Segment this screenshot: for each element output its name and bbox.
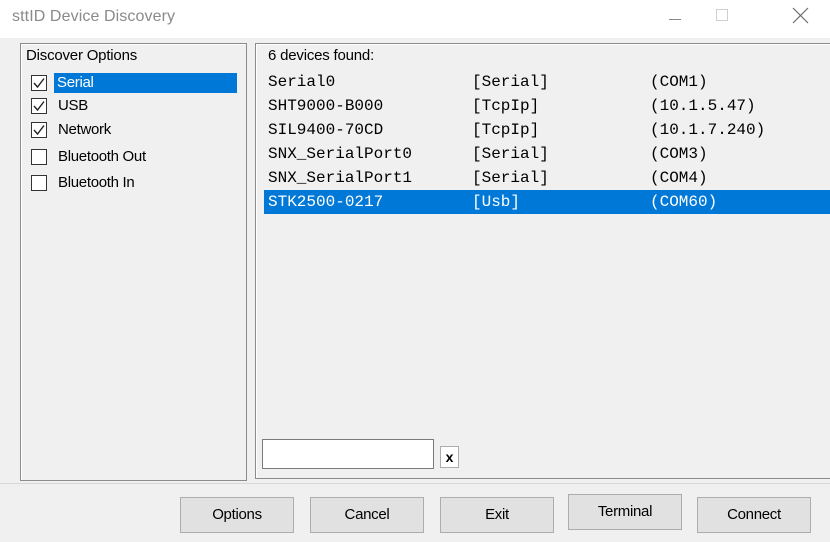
- option-serial[interactable]: Serial: [29, 72, 242, 94]
- device-type: [TcpIp]: [472, 97, 540, 115]
- option-label: Serial: [54, 73, 237, 93]
- filter-input[interactable]: [262, 439, 434, 469]
- device-list[interactable]: Serial0 [Serial] (COM1) SHT9000-B000 [Tc…: [264, 70, 830, 214]
- device-name: SNX_SerialPort0: [268, 145, 413, 163]
- device-row[interactable]: SNX_SerialPort1 [Serial] (COM4): [264, 166, 830, 190]
- device-name: STK2500-0217: [268, 193, 384, 211]
- network-checkbox[interactable]: [31, 122, 47, 138]
- minimize-icon: [669, 19, 681, 20]
- terminal-button[interactable]: Terminal: [568, 494, 682, 530]
- device-row[interactable]: SHT9000-B000 [TcpIp] (10.1.5.47): [264, 94, 830, 118]
- device-type: [Serial]: [472, 169, 549, 187]
- checkmark-icon: [33, 101, 45, 112]
- device-name: SHT9000-B000: [268, 97, 384, 115]
- option-label: Bluetooth In: [58, 174, 135, 191]
- device-type: [Usb]: [472, 193, 521, 211]
- bluetooth-out-checkbox[interactable]: [31, 149, 47, 165]
- device-row[interactable]: SNX_SerialPort0 [Serial] (COM3): [264, 142, 830, 166]
- clear-filter-button[interactable]: x: [440, 446, 459, 468]
- device-port: (COM4): [650, 169, 708, 187]
- device-row[interactable]: Serial0 [Serial] (COM1): [264, 70, 830, 94]
- device-port: (10.1.7.240): [650, 121, 766, 139]
- close-button[interactable]: [780, 0, 826, 38]
- device-name: Serial0: [268, 73, 336, 91]
- checkmark-icon: [33, 125, 45, 136]
- device-port: (COM60): [650, 193, 718, 211]
- option-label: USB: [58, 97, 88, 114]
- connect-button[interactable]: Connect: [697, 497, 811, 533]
- discover-options-panel: Discover Options Serial USB Network Blue…: [20, 43, 247, 481]
- device-port: (COM3): [650, 145, 708, 163]
- device-name: SIL9400-70CD: [268, 121, 384, 139]
- option-label: Bluetooth Out: [58, 148, 146, 165]
- option-label: Network: [58, 121, 111, 138]
- close-icon: [792, 7, 809, 24]
- option-usb[interactable]: USB: [29, 95, 242, 117]
- serial-checkbox[interactable]: [31, 75, 47, 91]
- option-network[interactable]: Network: [29, 119, 242, 141]
- window-title: sttID Device Discovery: [12, 8, 176, 25]
- devices-panel: 6 devices found: Serial0 [Serial] (COM1)…: [255, 43, 830, 479]
- device-name: SNX_SerialPort1: [268, 169, 413, 187]
- cancel-button[interactable]: Cancel: [310, 497, 424, 533]
- title-bar: sttID Device Discovery: [0, 0, 830, 38]
- bluetooth-in-checkbox[interactable]: [31, 175, 47, 191]
- usb-checkbox[interactable]: [31, 98, 47, 114]
- device-port: (COM1): [650, 73, 708, 91]
- minimize-button[interactable]: [652, 0, 698, 38]
- options-button[interactable]: Options: [180, 497, 294, 533]
- devices-found-status: 6 devices found:: [268, 47, 375, 64]
- device-type: [Serial]: [472, 145, 549, 163]
- discover-options-title: Discover Options: [26, 47, 138, 64]
- device-row[interactable]: SIL9400-70CD [TcpIp] (10.1.7.240): [264, 118, 830, 142]
- device-port: (10.1.5.47): [650, 97, 756, 115]
- bottom-divider: [0, 483, 830, 484]
- checkmark-icon: [33, 78, 45, 89]
- maximize-icon: [716, 9, 728, 21]
- device-row-selected[interactable]: STK2500-0217 [Usb] (COM60): [264, 190, 830, 214]
- device-type: [Serial]: [472, 73, 549, 91]
- option-bluetooth-out[interactable]: Bluetooth Out: [29, 146, 242, 168]
- option-bluetooth-in[interactable]: Bluetooth In: [29, 172, 242, 194]
- exit-button[interactable]: Exit: [440, 497, 554, 533]
- maximize-button[interactable]: [698, 0, 744, 38]
- device-type: [TcpIp]: [472, 121, 540, 139]
